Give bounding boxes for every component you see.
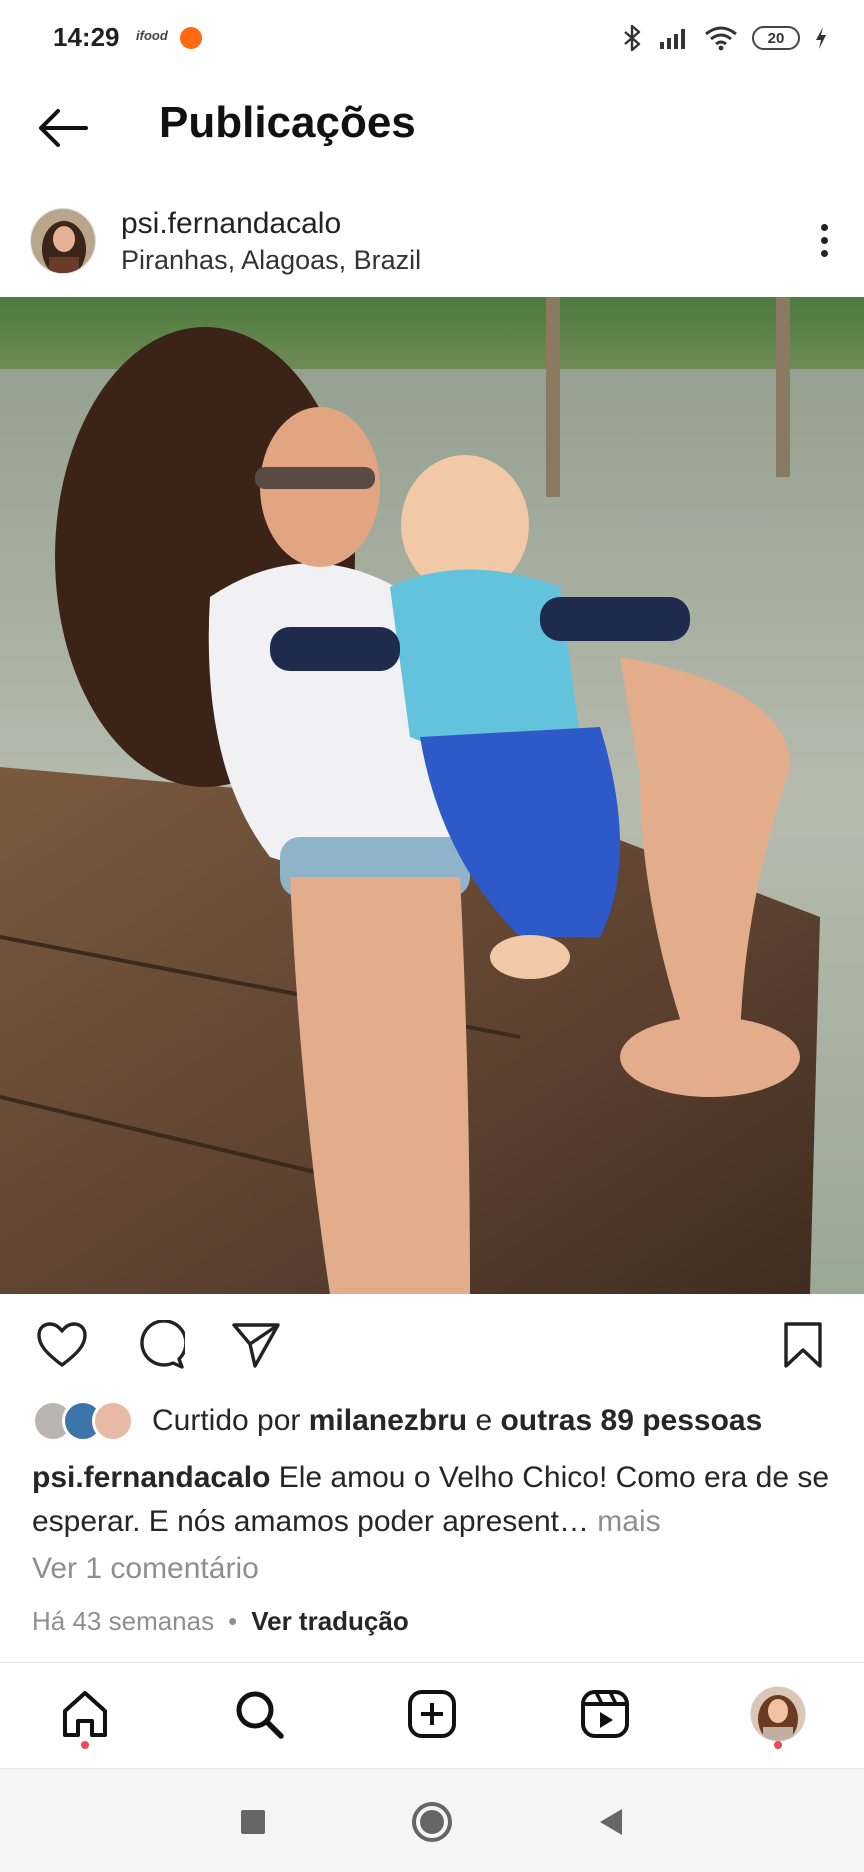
post-actions — [0, 1315, 864, 1375]
likes-others[interactable]: outras 89 pessoas — [500, 1404, 762, 1437]
translate-link[interactable]: Ver tradução — [251, 1606, 409, 1637]
post-meta-row: Há 43 semanas • Ver tradução — [32, 1606, 409, 1637]
system-nav-bar — [0, 1768, 864, 1872]
post-caption: psi.fernandacalo Ele amou o Velho Chico!… — [32, 1456, 832, 1544]
signal-icon — [660, 29, 685, 49]
app-notification-icon — [180, 27, 202, 49]
more-dot — [820, 236, 828, 244]
more-options-button[interactable] — [804, 215, 844, 265]
charging-icon — [816, 27, 826, 49]
nav-search[interactable] — [224, 1679, 294, 1749]
nav-reels[interactable] — [570, 1679, 640, 1749]
search-icon — [236, 1691, 284, 1739]
system-home-button[interactable] — [407, 1797, 457, 1847]
likes-row[interactable]: Curtido por milanezbru e outras 89 pesso… — [32, 1398, 762, 1444]
likes-text: Curtido por milanezbru e outras 89 pesso… — [152, 1404, 762, 1438]
recent-apps-icon — [241, 1810, 265, 1834]
post-header: psi.fernandacalo Piranhas, Alagoas, Braz… — [0, 195, 864, 295]
arrow-left-icon — [39, 109, 88, 147]
profile-avatar — [750, 1686, 806, 1742]
home-notification-dot — [81, 1741, 89, 1749]
liker-avatar — [92, 1400, 134, 1442]
home-circle-icon — [412, 1802, 452, 1842]
more-dot — [820, 249, 828, 257]
post-location[interactable]: Piranhas, Alagoas, Brazil — [121, 245, 421, 276]
view-comments-link[interactable]: Ver 1 comentário — [32, 1552, 259, 1586]
back-triangle-icon — [600, 1809, 622, 1835]
caption-more-link[interactable]: mais — [589, 1505, 660, 1538]
add-post-icon — [408, 1690, 456, 1738]
bottom-nav — [0, 1662, 864, 1768]
share-button[interactable] — [226, 1315, 286, 1375]
likes-middle: e — [467, 1404, 501, 1437]
status-time: 14:29 — [53, 22, 120, 52]
ifood-notification-icon: ifood — [136, 28, 168, 43]
battery-level: 20 — [767, 29, 785, 47]
comment-icon — [140, 1320, 185, 1369]
battery-icon: 20 — [752, 26, 800, 50]
separator-dot: • — [228, 1606, 238, 1636]
heart-icon — [37, 1322, 87, 1367]
page-title: Publicações — [159, 98, 416, 147]
status-icons: 20 — [622, 24, 828, 52]
wifi-icon — [705, 26, 737, 51]
home-icon — [63, 1691, 107, 1737]
nav-home[interactable] — [50, 1679, 120, 1749]
likes-prefix: Curtido por — [152, 1404, 309, 1437]
more-dot — [820, 223, 828, 231]
top-header: Publicações — [0, 78, 864, 188]
save-button[interactable] — [773, 1315, 833, 1375]
user-avatar[interactable] — [30, 208, 96, 274]
reels-icon — [581, 1690, 629, 1738]
nav-profile[interactable] — [743, 1679, 813, 1749]
likes-user[interactable]: milanezbru — [309, 1404, 467, 1437]
like-button[interactable] — [32, 1315, 92, 1375]
recent-apps-button[interactable] — [228, 1797, 278, 1847]
status-bar: 14:29 ifood 20 — [0, 0, 864, 78]
bluetooth-icon — [624, 24, 641, 52]
post-username[interactable]: psi.fernandacalo — [121, 207, 341, 241]
liker-avatars — [32, 1400, 134, 1442]
back-button[interactable] — [32, 98, 92, 158]
nav-create[interactable] — [397, 1679, 467, 1749]
caption-username[interactable]: psi.fernandacalo — [32, 1461, 270, 1494]
comment-button[interactable] — [130, 1315, 190, 1375]
bookmark-icon — [784, 1322, 822, 1368]
system-back-button[interactable] — [586, 1797, 636, 1847]
post-time: Há 43 semanas — [32, 1606, 215, 1636]
profile-notification-dot — [774, 1741, 782, 1749]
post-photo[interactable] — [0, 297, 864, 1294]
send-icon — [232, 1323, 280, 1368]
